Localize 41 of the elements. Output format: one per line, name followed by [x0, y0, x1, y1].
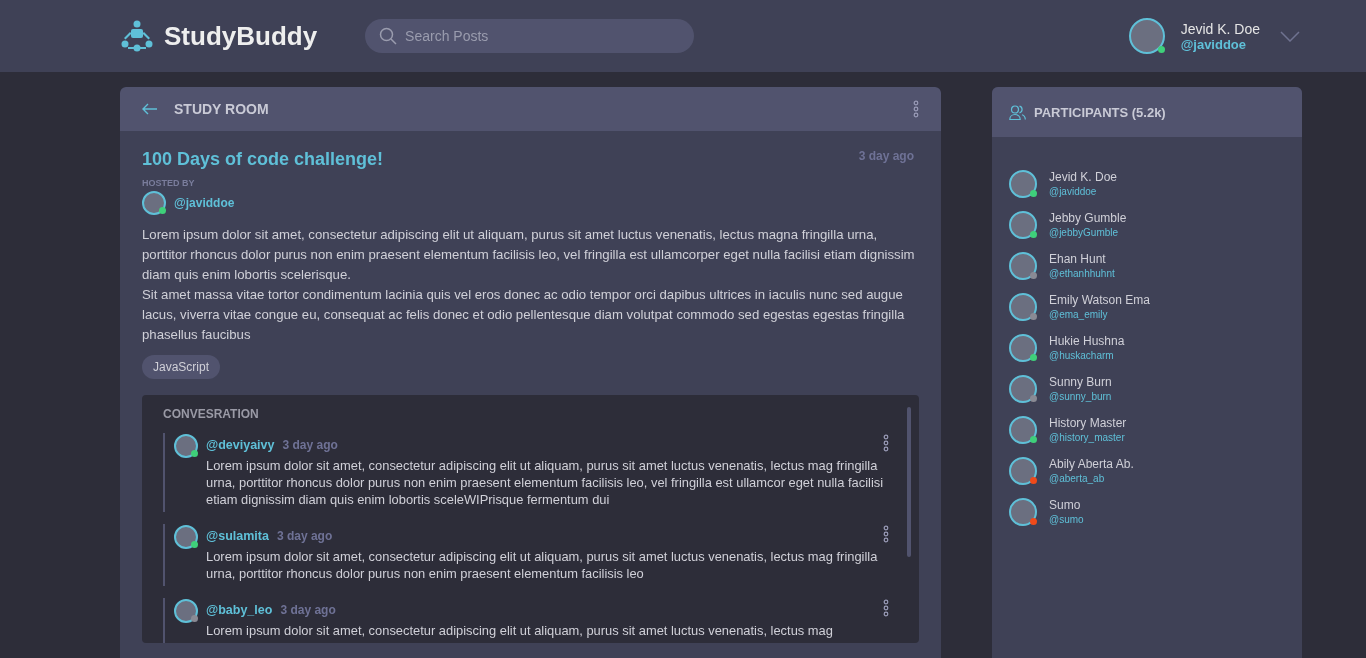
- comment-time: 3 day ago: [282, 438, 338, 452]
- user-name: Jevid K. Doe: [1180, 20, 1260, 37]
- participant-item[interactable]: History Master @history_master: [1009, 409, 1285, 450]
- comment-author[interactable]: @deviyaivy: [206, 438, 275, 452]
- user-handle: @javiddoe: [1180, 36, 1248, 52]
- more-options-icon[interactable]: [883, 525, 889, 543]
- back-arrow-icon[interactable]: [142, 103, 158, 115]
- post-paragraph: Sit amet massa vitae tortor condimentum lacinia quis vel eros donec ac odio tempor orci dapibus ultrices in iaculis nunc sed augue lacus, viverra vitae congue eu, consequat ac felis donec et odio pellentesque diam volutpat commodo sed egestas egestas fringilla phasellus faucibus: [142, 286, 906, 344]
- participant-item[interactable]: Ehan Hunt @ethanhhuhnt: [1009, 245, 1285, 286]
- logo-icon: [120, 20, 154, 52]
- hosted-by-label: HOSTED BY: [142, 178, 196, 188]
- comment-time: 3 day ago: [280, 603, 336, 617]
- more-options-icon[interactable]: [883, 434, 889, 452]
- room-title: STUDY ROOM: [174, 101, 269, 117]
- participant-item[interactable]: Abily Aberta Ab. @aberta_ab: [1009, 450, 1285, 491]
- more-options-icon[interactable]: [913, 100, 919, 118]
- participant-item[interactable]: Sumo @sumo: [1009, 491, 1285, 532]
- post-title: 100 Days of code challenge!: [142, 149, 384, 170]
- comment-author[interactable]: @sulamita: [206, 529, 269, 543]
- participant-item[interactable]: Sunny Burn @sunny_burn: [1009, 368, 1285, 409]
- participant-item[interactable]: Hukie Hushna @huskacharm: [1009, 327, 1285, 368]
- participant-item[interactable]: Emily Watson Ema @ema_emily: [1009, 286, 1285, 327]
- scrollbar[interactable]: [907, 407, 911, 557]
- post-paragraph: Lorem ipsum dolor sit amet, consectetur adipiscing elit ut aliquam, purus sit amet luctus venenatis, lectus magna fringilla urna, porttitor rhoncus dolor purus non enim praesent elementum facilisis leo, vel fringilla est ullamcorper eget nulla facilisi etiam dignissim diam quis enim lobortis scelerisque.: [142, 226, 916, 284]
- comment-author[interactable]: @baby_leo: [206, 603, 273, 617]
- comment-time: 3 day ago: [276, 529, 333, 543]
- comment-text: Lorem ipsum dolor sit amet, consectetur adipiscing elit ut aliquam, purus sit amet luctus venenatis, lectus mag fringilla urna, porttitor rhoncus dolor purus non enim praesent elementum facilisis leo: [206, 548, 879, 582]
- search-field[interactable]: Search Posts: [365, 19, 695, 53]
- participants-title: PARTICIPANTS (5.2k): [1034, 104, 1166, 120]
- participant-item[interactable]: Jevid K. Doe @javiddoe: [1009, 163, 1285, 204]
- conversation-title: CONVESRATION: [163, 407, 260, 421]
- host-handle[interactable]: @javiddoe: [174, 196, 235, 210]
- participant-item[interactable]: Jebby Gumble @jebbyGumble: [1009, 204, 1285, 245]
- users-icon: [1009, 104, 1026, 120]
- post-time: 3 day ago: [858, 149, 914, 163]
- more-options-icon[interactable]: [883, 599, 889, 617]
- topic-tag[interactable]: JavaScript: [142, 355, 221, 379]
- app-logo-text[interactable]: StudyBuddy: [164, 20, 318, 52]
- comment-text: Lorem ipsum dolor sit amet, consectetur adipiscing elit ut aliquam, purus sit amet luctus venenatis, lectus mag fringilla urna, porttitor rhoncus dolor purus non enim praesent elementum facilisis leo, vel fringilla est ullamcor eget nulla facilisi etiam dignissim diam quis enim lobortis sceleWIPrisque fermentum dui: [206, 457, 885, 508]
- comment-text: Lorem ipsum dolor sit amet, consectetur adipiscing elit ut aliquam, purus sit amet luctus venenatis, lectus mag: [206, 622, 834, 639]
- chevron-down-icon[interactable]: [1280, 30, 1300, 42]
